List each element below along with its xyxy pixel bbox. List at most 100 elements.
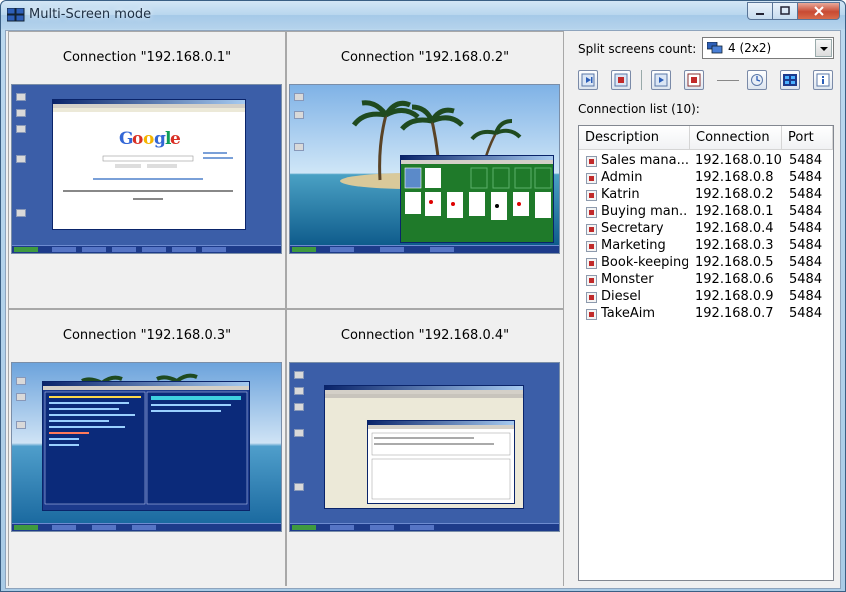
browser-window: G o o g l e: [52, 99, 246, 230]
close-icon: [813, 6, 824, 16]
list-item[interactable]: Katrin 192.168.0.2 5484: [579, 187, 833, 204]
screen-cell-4[interactable]: Connection "192.168.0.4": [287, 310, 563, 586]
split-screens-select[interactable]: 4 (2x2): [702, 37, 834, 59]
settings-button[interactable]: [747, 70, 767, 90]
computer-status-icon: [586, 173, 597, 184]
solitaire-cards-graphic: [404, 167, 552, 220]
column-header-connection[interactable]: Connection: [690, 126, 782, 150]
list-item[interactable]: Book-keeping 192.168.0.5 5484: [579, 255, 833, 272]
column-header-description[interactable]: Description: [579, 126, 690, 150]
title-bar[interactable]: Multi-Screen mode: [1, 1, 845, 29]
client-area: Connection "192.168.0.1" G o o g l e Con…: [5, 30, 841, 589]
row-description: Sales mana...: [601, 153, 688, 168]
connection-list[interactable]: Description Connection Port Sales mana..…: [578, 125, 834, 581]
row-port: 5484: [789, 204, 823, 219]
screen-title: Connection "192.168.0.1": [62, 50, 232, 65]
maximize-button[interactable]: [772, 2, 798, 20]
svg-text:o: o: [143, 129, 154, 149]
remote-taskbar: [12, 523, 281, 531]
row-connection: 192.168.0.10: [695, 153, 782, 168]
settings-clock-icon: [751, 74, 763, 86]
remote-taskbar: [12, 245, 281, 253]
row-port: 5484: [789, 306, 823, 321]
remote-taskbar: [290, 523, 559, 531]
desktop-icon: [16, 209, 26, 217]
minimize-button[interactable]: [747, 2, 773, 20]
row-port: 5484: [789, 170, 823, 185]
list-header: Description Connection Port: [579, 126, 833, 150]
row-description: Admin: [601, 170, 643, 185]
remote-screen-thumbnail[interactable]: [11, 362, 282, 532]
windows-icon: [783, 74, 797, 86]
screen-title: Connection "192.168.0.3": [62, 328, 232, 343]
stop-button[interactable]: [684, 70, 704, 90]
computer-status-icon: [586, 156, 597, 167]
screen-grid: Connection "192.168.0.1" G o o g l e Con…: [8, 31, 564, 586]
remote-screen-thumbnail[interactable]: [289, 84, 560, 254]
info-button[interactable]: [813, 70, 833, 90]
desktop-icon: [294, 111, 304, 119]
computer-status-icon: [586, 207, 597, 218]
desktop-icon: [294, 93, 304, 101]
split-screens-value: 4 (2x2): [728, 41, 772, 55]
minimize-icon: [756, 13, 764, 15]
toolbar-separator: [717, 80, 739, 81]
monitor-icon: [707, 42, 723, 54]
list-item[interactable]: Monster 192.168.0.6 5484: [579, 272, 833, 289]
desktop-icon: [16, 109, 26, 117]
desktop-icon: [16, 155, 26, 163]
dialog-content-graphic: [371, 432, 511, 500]
file-manager-panels-graphic: [44, 391, 248, 505]
remote-screen-thumbnail[interactable]: [289, 362, 560, 532]
list-item[interactable]: Buying man... 192.168.0.1 5484: [579, 204, 833, 221]
row-description: Monster: [601, 272, 654, 287]
screen-cell-3[interactable]: Connection "192.168.0.3": [9, 310, 285, 586]
row-port: 5484: [789, 289, 823, 304]
screen-cell-2[interactable]: Connection "192.168.0.2": [287, 32, 563, 308]
screen-cell-1[interactable]: Connection "192.168.0.1" G o o g l e: [9, 32, 285, 308]
info-icon: [816, 73, 830, 87]
full-screen-button[interactable]: [780, 70, 800, 90]
row-description: TakeAim: [601, 306, 655, 321]
play-icon: [654, 73, 668, 87]
computer-status-icon: [586, 275, 597, 286]
computer-status-icon: [586, 309, 597, 320]
desktop-icon: [16, 421, 26, 429]
row-port: 5484: [789, 187, 823, 202]
window-title: Multi-Screen mode: [29, 7, 152, 22]
stop-all-icon: [614, 73, 628, 87]
remote-screen-thumbnail[interactable]: G o o g l e: [11, 84, 282, 254]
row-description: Book-keeping: [601, 255, 688, 270]
desktop-icon: [294, 403, 304, 411]
row-port: 5484: [789, 153, 823, 168]
screen-title: Connection "192.168.0.2": [340, 50, 510, 65]
multi-screen-window: Multi-Screen mode Connection "192.168.0.…: [0, 0, 846, 592]
close-button[interactable]: [797, 2, 840, 20]
maximize-icon: [780, 6, 790, 15]
row-connection: 192.168.0.1: [695, 204, 774, 219]
row-connection: 192.168.0.9: [695, 289, 774, 304]
list-item[interactable]: Admin 192.168.0.8 5484: [579, 170, 833, 187]
row-connection: 192.168.0.4: [695, 221, 774, 236]
stop-all-button[interactable]: [611, 70, 631, 90]
row-connection: 192.168.0.2: [695, 187, 774, 202]
list-item[interactable]: Sales mana... 192.168.0.10 5484: [579, 153, 833, 170]
pause-all-button[interactable]: [578, 70, 598, 90]
row-description: Marketing: [601, 238, 666, 253]
column-header-port[interactable]: Port: [782, 126, 833, 150]
desktop-icon: [16, 393, 26, 401]
split-screens-label: Split screens count:: [578, 42, 697, 56]
row-description: Secretary: [601, 221, 664, 236]
row-description: Buying man...: [601, 204, 688, 219]
desktop-icon: [294, 387, 304, 395]
multi-screen-app-icon: [7, 8, 25, 22]
list-item[interactable]: Marketing 192.168.0.3 5484: [579, 238, 833, 255]
desktop-icon: [16, 125, 26, 133]
row-port: 5484: [789, 272, 823, 287]
play-button[interactable]: [651, 70, 671, 90]
chevron-down-icon[interactable]: [815, 39, 832, 57]
row-connection: 192.168.0.5: [695, 255, 774, 270]
list-item[interactable]: Secretary 192.168.0.4 5484: [579, 221, 833, 238]
list-item[interactable]: Diesel 192.168.0.9 5484: [579, 289, 833, 306]
list-item[interactable]: TakeAim 192.168.0.7 5484: [579, 306, 833, 323]
